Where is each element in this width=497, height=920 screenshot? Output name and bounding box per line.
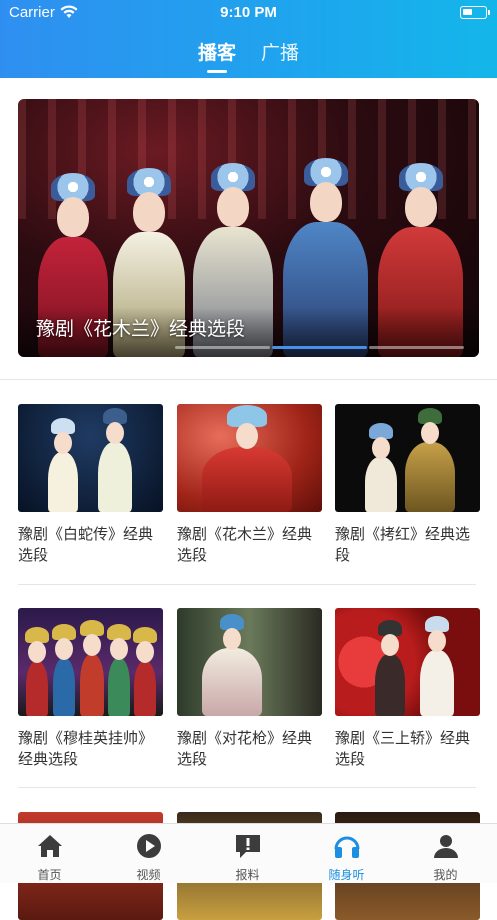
program-title: 豫剧《对花枪》经典选段	[177, 729, 313, 768]
tab-radio[interactable]: 广播	[261, 38, 299, 73]
tabbar-label: 报料	[235, 868, 260, 882]
divider	[0, 379, 497, 380]
banner-page-indicator	[369, 346, 464, 349]
app-header: Carrier 9:10 PM 播客 广播	[0, 0, 497, 78]
program-card[interactable]: 豫剧《拷红》经典选段	[335, 404, 480, 566]
banner-pager	[175, 346, 465, 349]
status-time: 9:10 PM	[220, 4, 277, 21]
bottom-tabbar: 首页 视频 报料 随身听 我的	[0, 823, 497, 883]
tabbar-label: 我的	[433, 868, 458, 882]
program-thumbnail	[18, 608, 163, 716]
tabbar-item-listen[interactable]: 随身听	[297, 824, 396, 884]
program-thumbnail	[177, 608, 322, 716]
program-card[interactable]: 豫剧《穆桂英挂帅》经典选段	[18, 608, 163, 770]
tab-radio-label: 广播	[261, 42, 300, 64]
banner-page-indicator-active	[272, 346, 367, 349]
program-title: 豫剧《花木兰》经典选段	[177, 525, 313, 564]
divider	[18, 584, 476, 585]
tabbar-label: 首页	[37, 868, 62, 882]
program-thumbnail	[335, 404, 480, 512]
tabbar-label: 随身听	[328, 868, 365, 882]
banner-page-indicator	[175, 346, 270, 349]
tabbar-item-home[interactable]: 首页	[0, 824, 99, 884]
active-tab-indicator	[206, 70, 227, 73]
featured-banner[interactable]: 豫剧《花木兰》经典选段	[18, 99, 479, 357]
program-title: 豫剧《白蛇传》经典选段	[18, 525, 154, 564]
battery-icon	[460, 6, 490, 19]
play-icon	[136, 834, 161, 858]
program-thumbnail	[18, 404, 163, 512]
tabbar-item-video[interactable]: 视频	[99, 824, 198, 884]
program-thumbnail	[177, 404, 322, 512]
program-title: 豫剧《三上轿》经典选段	[335, 729, 471, 768]
program-thumbnail	[335, 608, 480, 716]
tabbar-item-report[interactable]: 报料	[198, 824, 297, 884]
home-icon	[37, 835, 62, 857]
program-card[interactable]: 豫剧《对花枪》经典选段	[177, 608, 322, 770]
program-title: 豫剧《拷红》经典选段	[335, 525, 471, 564]
program-title: 豫剧《穆桂英挂帅》经典选段	[18, 729, 154, 768]
tab-podcast[interactable]: 播客	[198, 38, 236, 73]
tabbar-label: 视频	[136, 868, 161, 882]
tabbar-item-profile[interactable]: 我的	[396, 824, 495, 884]
program-card[interactable]: 豫剧《白蛇传》经典选段	[18, 404, 163, 566]
profile-icon	[433, 835, 458, 858]
banner-caption: 豫剧《花木兰》经典选段	[36, 318, 246, 340]
header-tabs: 播客 广播	[0, 38, 497, 74]
report-icon	[235, 835, 260, 858]
status-bar: Carrier 9:10 PM	[0, 0, 497, 26]
program-card[interactable]: 豫剧《三上轿》经典选段	[335, 608, 480, 770]
tab-podcast-label: 播客	[197, 42, 236, 64]
headphones-icon	[334, 836, 359, 858]
divider	[18, 787, 476, 788]
program-card[interactable]: 豫剧《花木兰》经典选段	[177, 404, 322, 566]
